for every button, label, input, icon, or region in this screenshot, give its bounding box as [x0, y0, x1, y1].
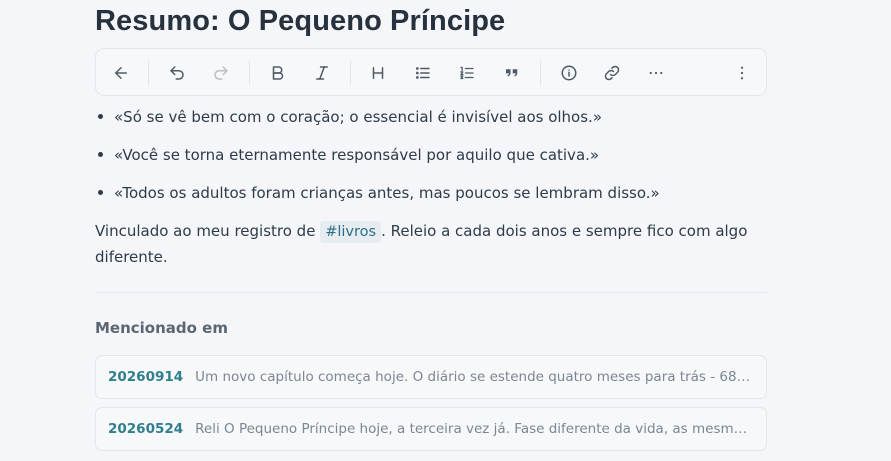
- mention-excerpt: Um novo capítulo começa hoje. O diário s…: [195, 369, 754, 385]
- page-title: Resumo: O Pequeno Príncipe: [95, 5, 506, 37]
- undo-icon[interactable]: [164, 60, 190, 86]
- italic-icon[interactable]: [309, 60, 335, 86]
- toolbar-divider: [249, 61, 250, 85]
- list-item: «Você se torna eternamente responsável p…: [95, 142, 767, 180]
- mention-date: 20260524: [108, 421, 184, 437]
- toolbar-divider: [350, 61, 351, 85]
- heading-icon[interactable]: [365, 60, 391, 86]
- tag-link-livros[interactable]: #livros: [320, 221, 382, 243]
- list-item: «Só se vê bem com o coração; o essencial…: [95, 104, 767, 142]
- info-icon[interactable]: [556, 60, 582, 86]
- quote-list: «Só se vê bem com o coração; o essencial…: [95, 104, 767, 218]
- numbered-list-icon[interactable]: [454, 60, 480, 86]
- body-paragraph: Vinculado ao meu registro de #livros. Re…: [95, 218, 755, 270]
- mention-item[interactable]: 20260914 Um novo capítulo começa hoje. O…: [95, 355, 767, 399]
- document-body[interactable]: «Só se vê bem com o coração; o essencial…: [95, 104, 767, 270]
- mention-excerpt: Reli O Pequeno Príncipe hoje, a terceira…: [195, 421, 754, 437]
- editor-toolbar: [95, 48, 767, 96]
- more-horizontal-icon[interactable]: [643, 60, 669, 86]
- toolbar-divider: [540, 61, 541, 85]
- mention-date: 20260914: [108, 369, 184, 385]
- link-icon[interactable]: [599, 60, 625, 86]
- section-divider: [95, 292, 767, 293]
- back-icon[interactable]: [108, 60, 134, 86]
- mentions-heading: Mencionado em: [95, 319, 228, 337]
- bold-icon[interactable]: [265, 60, 291, 86]
- paragraph-text: Vinculado ao meu registro de: [95, 222, 321, 240]
- quote-icon[interactable]: [499, 60, 525, 86]
- redo-icon[interactable]: [208, 60, 234, 86]
- toolbar-divider: [148, 61, 149, 85]
- bullet-list-icon[interactable]: [410, 60, 436, 86]
- list-item: «Todos os adultos foram crianças antes, …: [95, 180, 767, 218]
- more-vertical-icon[interactable]: [729, 60, 755, 86]
- mention-item[interactable]: 20260524 Reli O Pequeno Príncipe hoje, a…: [95, 407, 767, 451]
